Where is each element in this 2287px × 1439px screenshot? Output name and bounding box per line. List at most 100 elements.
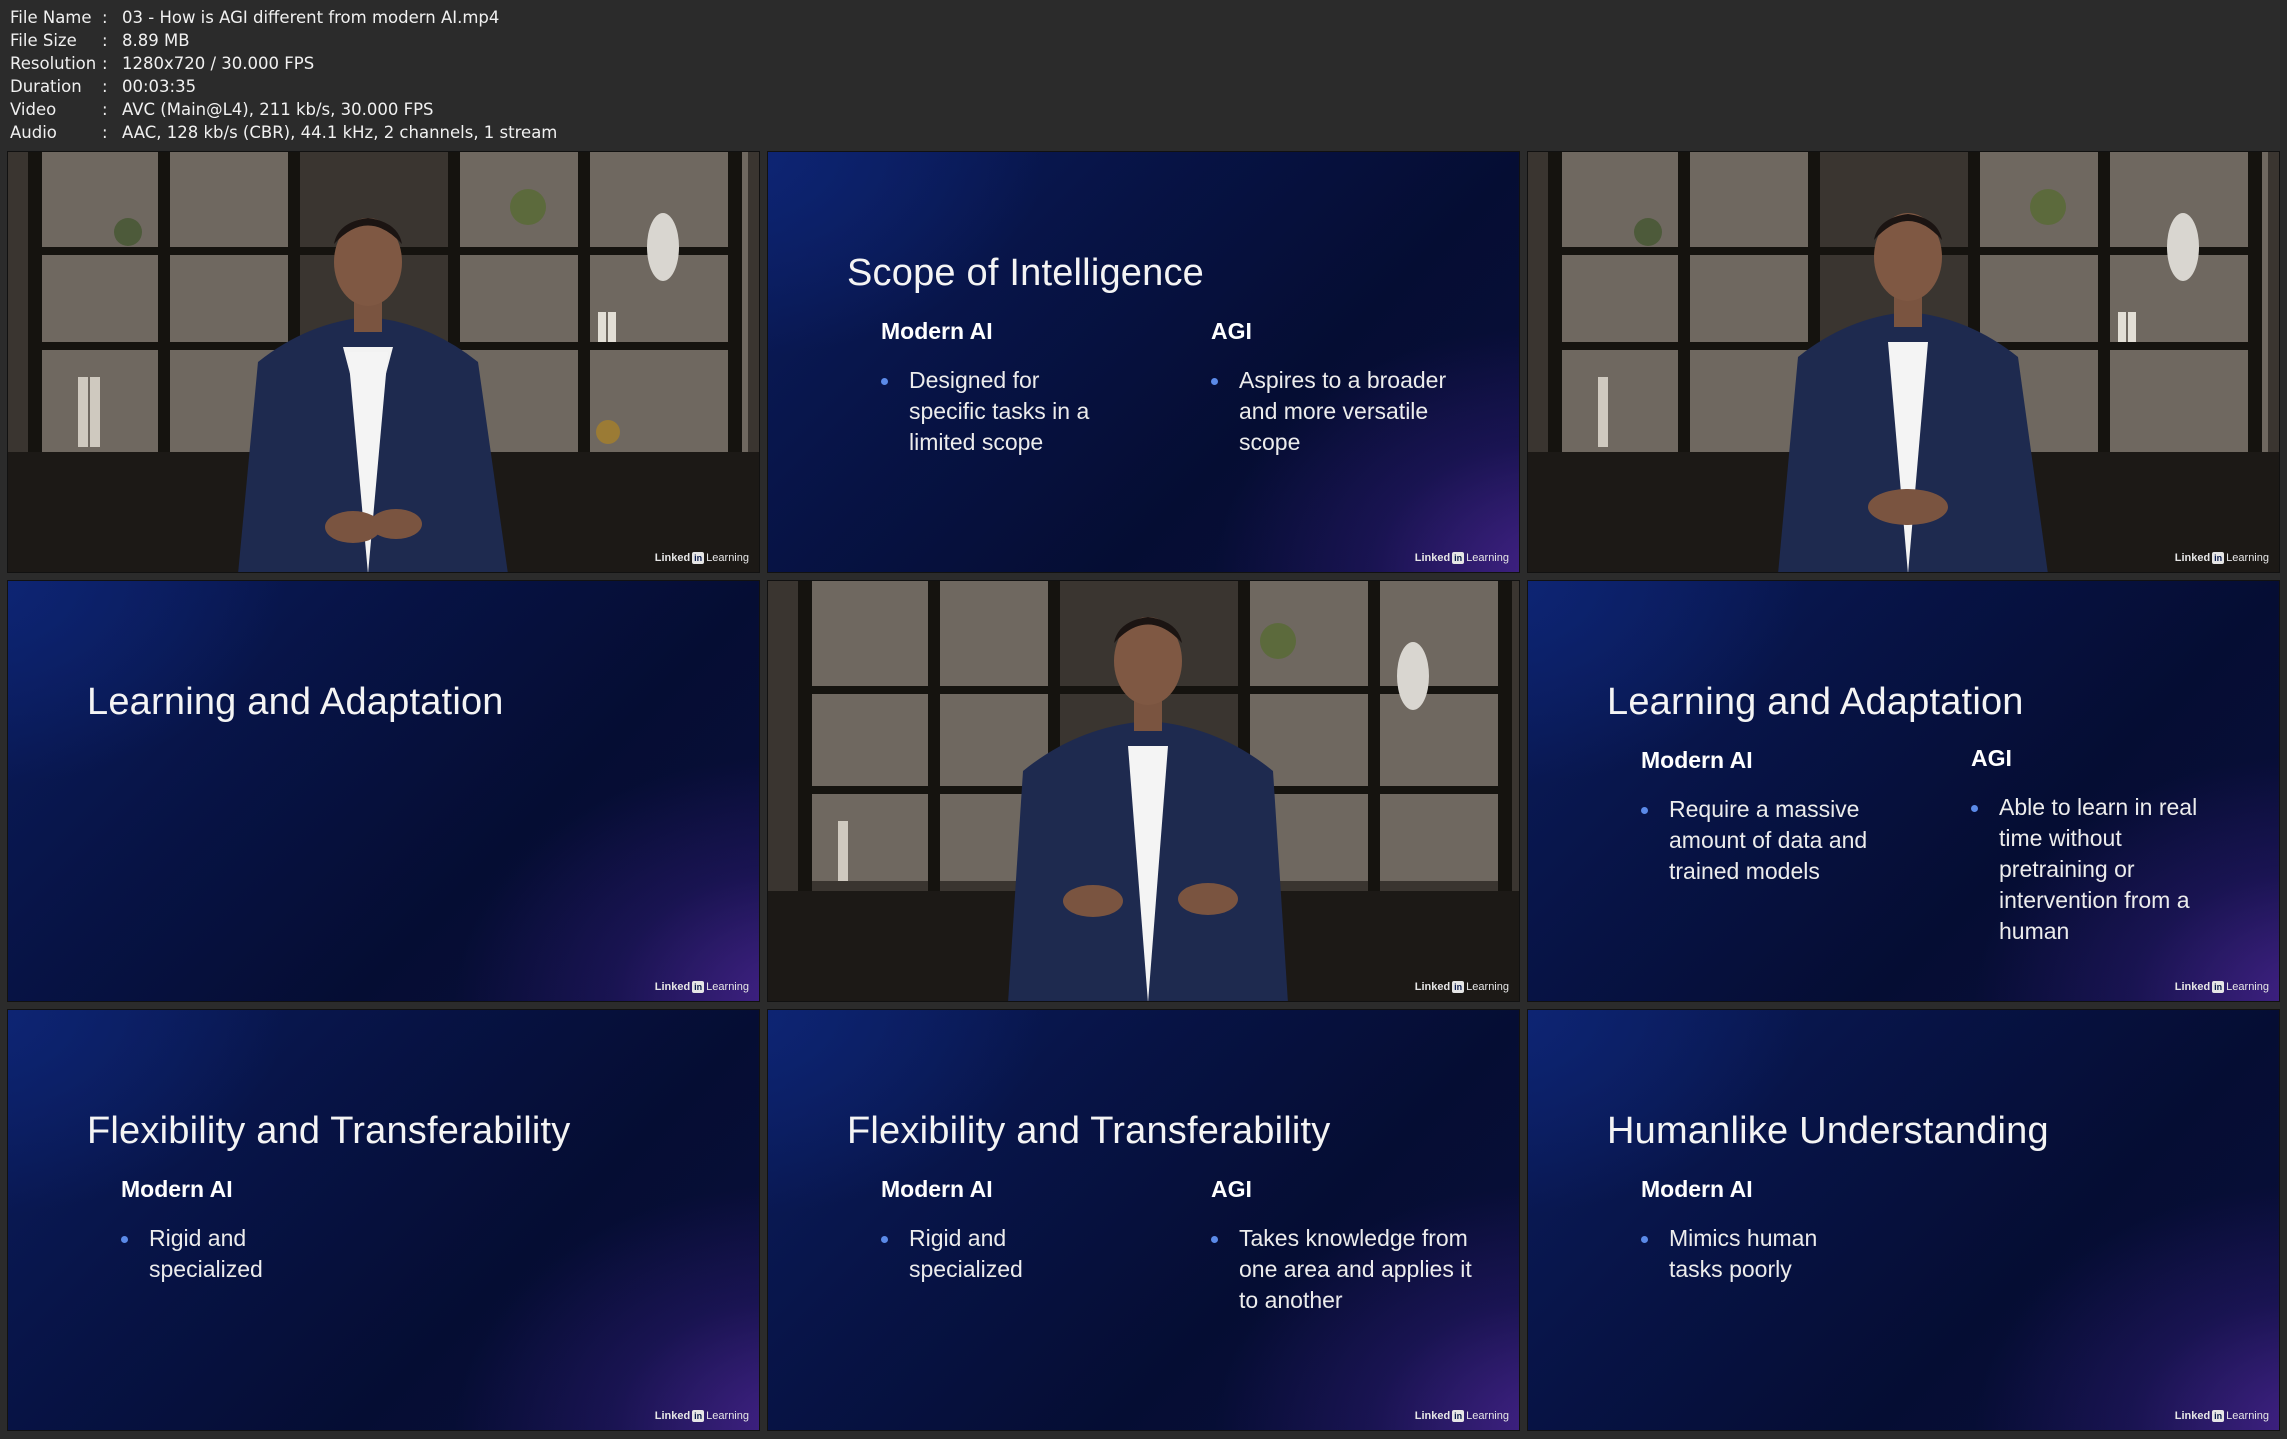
bullet-dot-icon: [881, 1236, 888, 1243]
brand-linked: Linked: [654, 1410, 691, 1422]
meta-separator: :: [102, 54, 108, 73]
slide-thumbnail-humanlike[interactable]: Humanlike Understanding Modern AI Mimics…: [1527, 1009, 2280, 1431]
slide-thumbnail-flexibility[interactable]: Flexibility and Transferability Modern A…: [767, 1009, 1520, 1431]
brand-learning: Learning: [1466, 552, 1509, 564]
meta-key: File Name: [10, 8, 92, 27]
agi-column: AGI Takes knowledge from one area and ap…: [1211, 1176, 1476, 1316]
bullet-text: Designed for specific tasks in a limited…: [909, 367, 1090, 455]
brand-learning: Learning: [706, 981, 749, 993]
brand-learning: Learning: [1466, 981, 1509, 993]
brand-in-badge: in: [692, 1410, 705, 1422]
bullet-item: Aspires to a broader and more versatile …: [1211, 365, 1451, 458]
presenter-illustration: [768, 581, 1519, 1001]
thumbnail-grid: Linked in Learning Scope of Intelligence M…: [7, 151, 2280, 1431]
meta-value: 8.89 MB: [122, 31, 190, 50]
meta-value: 00:03:35: [122, 77, 197, 96]
meta-value: 1280x720 / 30.000 FPS: [122, 54, 315, 73]
file-info-row: File Name:03 - How is AGI different from…: [10, 6, 557, 29]
meta-key: Video: [10, 100, 57, 119]
meta-separator: :: [102, 123, 108, 142]
linkedin-learning-logo: Linked in Learning: [655, 552, 749, 564]
column-heading: Modern AI: [1641, 1176, 1753, 1202]
modern-ai-column: Modern AI Designed for specific tasks in…: [881, 318, 1111, 458]
presenter-illustration: [8, 152, 759, 572]
bullet-text: Require a massive amount of data and tra…: [1669, 796, 1868, 884]
file-info: File Name:03 - How is AGI different from…: [10, 6, 557, 144]
video-frame-thumbnail[interactable]: Linked in Learning: [1527, 151, 2280, 573]
brand-learning: Learning: [2226, 981, 2269, 993]
column-heading: Modern AI: [1641, 747, 1753, 773]
brand-linked: Linked: [1414, 552, 1451, 564]
bullet-list: Takes knowledge from one area and applie…: [1211, 1223, 1476, 1316]
brand-learning: Learning: [2226, 552, 2269, 564]
meta-value: AVC (Main@L4), 211 kb/s, 30.000 FPS: [122, 100, 434, 119]
brand-learning: Learning: [1466, 1410, 1509, 1422]
file-info-row: Video: AVC (Main@L4), 211 kb/s, 30.000 FP…: [10, 98, 557, 121]
modern-ai-column: Modern AI Rigid and specialized: [121, 1176, 301, 1285]
brand-linked: Linked: [2174, 1410, 2211, 1422]
bullet-text: Rigid and specialized: [909, 1225, 1023, 1282]
meta-key: File Size: [10, 31, 77, 50]
linkedin-learning-logo: Linked in Learning: [2175, 981, 2269, 993]
bullet-text: Takes knowledge from one area and applie…: [1239, 1225, 1472, 1313]
bullet-dot-icon: [881, 378, 888, 385]
slide-title: Learning and Adaptation: [87, 681, 504, 723]
column-heading: Modern AI: [881, 1176, 993, 1202]
modern-ai-column: Modern AI Rigid and specialized: [881, 1176, 1061, 1285]
bullet-item: Takes knowledge from one area and applie…: [1211, 1223, 1476, 1316]
agi-column: AGI Aspires to a broader and more versat…: [1211, 318, 1451, 458]
brand-in-badge: in: [692, 552, 705, 564]
agi-column: AGI Able to learn in real time without p…: [1971, 745, 2221, 947]
slide-thumbnail-scope[interactable]: Scope of Intelligence Modern AI Designed…: [767, 151, 1520, 573]
brand-in-badge: in: [2212, 981, 2225, 993]
bullet-item: Rigid and specialized: [121, 1223, 301, 1285]
meta-separator: :: [102, 77, 108, 96]
brand-learning: Learning: [2226, 1410, 2269, 1422]
bullet-dot-icon: [121, 1236, 128, 1243]
presenter-illustration: [1528, 152, 2279, 572]
bullet-item: Designed for specific tasks in a limited…: [881, 365, 1111, 458]
column-heading: Modern AI: [121, 1176, 233, 1202]
bullet-dot-icon: [1211, 378, 1218, 385]
meta-key: Audio: [10, 123, 57, 142]
slide-title: Learning and Adaptation: [1607, 681, 2024, 723]
slide-thumbnail-flexibility-partial[interactable]: Flexibility and Transferability Modern A…: [7, 1009, 760, 1431]
meta-separator: :: [102, 8, 108, 27]
linkedin-learning-logo: Linked in Learning: [1415, 981, 1509, 993]
brand-learning: Learning: [706, 552, 749, 564]
video-frame-thumbnail[interactable]: Linked in Learning: [7, 151, 760, 573]
brand-in-badge: in: [1452, 1410, 1465, 1422]
column-heading: AGI: [1971, 745, 2012, 771]
slide-title: Flexibility and Transferability: [87, 1110, 571, 1152]
bullet-list: Rigid and specialized: [121, 1223, 301, 1285]
video-frame-thumbnail[interactable]: Linked in Learning: [767, 580, 1520, 1002]
bullet-text: Rigid and specialized: [149, 1225, 263, 1282]
presenter-scene: [1528, 152, 2279, 572]
brand-in-badge: in: [2212, 552, 2225, 564]
brand-in-badge: in: [1452, 981, 1465, 993]
bullet-item: Rigid and specialized: [881, 1223, 1061, 1285]
brand-linked: Linked: [1414, 981, 1451, 993]
meta-value: 03 - How is AGI different from modern AI…: [122, 8, 500, 27]
meta-value: AAC, 128 kb/s (CBR), 44.1 kHz, 2 channel…: [122, 123, 558, 142]
bullet-text: Mimics human tasks poorly: [1669, 1225, 1818, 1282]
slide-thumbnail-learning[interactable]: Learning and Adaptation Modern AI Requir…: [1527, 580, 2280, 1002]
brand-in-badge: in: [1452, 552, 1465, 564]
bullet-item: Mimics human tasks poorly: [1641, 1223, 1841, 1285]
slide-title: Scope of Intelligence: [847, 252, 1204, 294]
brand-linked: Linked: [654, 552, 691, 564]
bullet-dot-icon: [1641, 1236, 1648, 1243]
modern-ai-column: Modern AI Require a massive amount of da…: [1641, 747, 1871, 887]
meta-key: Resolution: [10, 54, 97, 73]
bullet-dot-icon: [1211, 1236, 1218, 1243]
file-info-row: Resolution:1280x720 / 30.000 FPS: [10, 52, 557, 75]
meta-key: Duration: [10, 77, 82, 96]
slide-thumbnail-learning-title[interactable]: Learning and Adaptation Linked in Learning: [7, 580, 760, 1002]
bullet-list: Require a massive amount of data and tra…: [1641, 794, 1871, 887]
bullet-text: Able to learn in real time without pretr…: [1999, 794, 2198, 944]
bullet-dot-icon: [1971, 805, 1978, 812]
bullet-list: Able to learn in real time without pretr…: [1971, 792, 2221, 947]
column-heading: AGI: [1211, 1176, 1252, 1202]
file-info-row: File Size:8.89 MB: [10, 29, 557, 52]
file-info-row: Duration:00:03:35: [10, 75, 557, 98]
